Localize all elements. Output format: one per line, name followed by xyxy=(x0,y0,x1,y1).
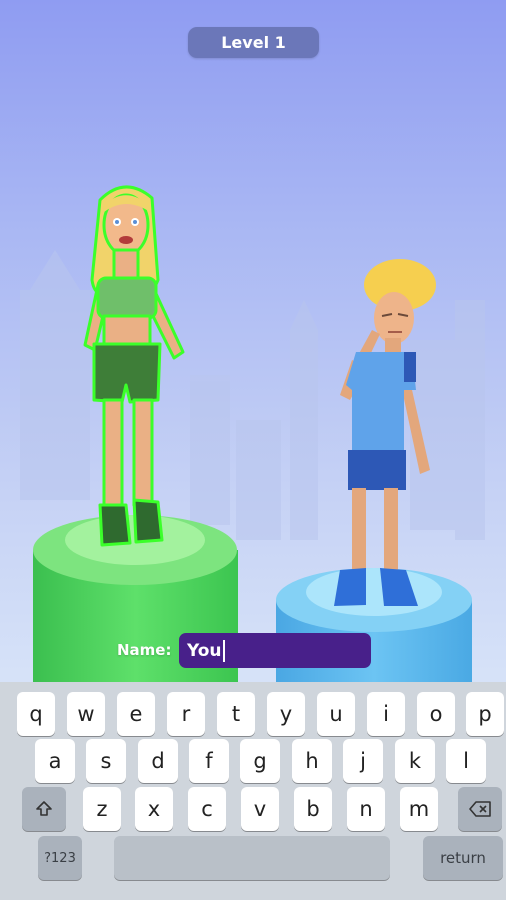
backspace-icon xyxy=(469,801,491,817)
scene-illustration xyxy=(20,185,485,682)
name-input-value: You xyxy=(187,640,222,661)
key-o[interactable]: o xyxy=(417,692,455,736)
numbers-key[interactable]: ?123 xyxy=(38,836,82,880)
key-v[interactable]: v xyxy=(241,787,279,831)
key-e[interactable]: e xyxy=(117,692,155,736)
key-d[interactable]: d xyxy=(138,739,178,783)
space-key[interactable] xyxy=(114,836,390,880)
key-z[interactable]: z xyxy=(83,787,121,831)
key-p[interactable]: p xyxy=(466,692,504,736)
key-t[interactable]: t xyxy=(217,692,255,736)
key-a[interactable]: a xyxy=(35,739,75,783)
key-x[interactable]: x xyxy=(135,787,173,831)
key-c[interactable]: c xyxy=(188,787,226,831)
backspace-key[interactable] xyxy=(458,787,502,831)
name-input[interactable]: You xyxy=(179,633,371,668)
level-indicator: Level 1 xyxy=(188,27,319,58)
key-f[interactable]: f xyxy=(189,739,229,783)
key-w[interactable]: w xyxy=(67,692,105,736)
on-screen-keyboard: q w e r t y u i o p a s d f g h j k l z … xyxy=(0,682,506,900)
shift-icon xyxy=(35,800,53,818)
key-r[interactable]: r xyxy=(167,692,205,736)
name-entry-row: Name: You xyxy=(0,632,506,670)
key-j[interactable]: j xyxy=(343,739,383,783)
key-q[interactable]: q xyxy=(17,692,55,736)
key-k[interactable]: k xyxy=(395,739,435,783)
text-caret xyxy=(222,639,225,662)
key-y[interactable]: y xyxy=(267,692,305,736)
key-l[interactable]: l xyxy=(446,739,486,783)
key-u[interactable]: u xyxy=(317,692,355,736)
key-h[interactable]: h xyxy=(292,739,332,783)
key-n[interactable]: n xyxy=(347,787,385,831)
shift-key[interactable] xyxy=(22,787,66,831)
key-i[interactable]: i xyxy=(367,692,405,736)
key-g[interactable]: g xyxy=(240,739,280,783)
game-scene: Level 1 Name: You xyxy=(0,0,506,682)
opponent-character xyxy=(334,259,436,606)
name-label: Name: xyxy=(117,641,172,659)
key-m[interactable]: m xyxy=(400,787,438,831)
player-character xyxy=(83,185,185,547)
return-key[interactable]: return xyxy=(423,836,503,880)
key-b[interactable]: b xyxy=(294,787,332,831)
key-s[interactable]: s xyxy=(86,739,126,783)
